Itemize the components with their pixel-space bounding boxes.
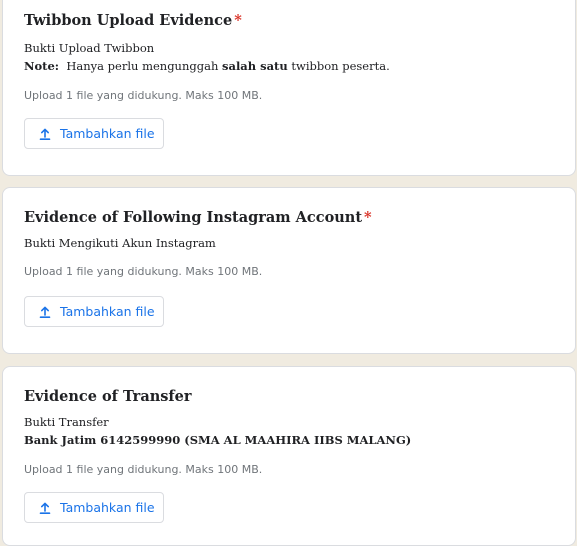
question-title-text: Twibbon Upload Evidence — [24, 12, 233, 29]
add-file-button[interactable]: Tambahkan file — [24, 118, 164, 149]
note-bold-text: salah satu — [222, 59, 288, 73]
required-asterisk: * — [234, 12, 242, 29]
bank-account-info: Bank Jatim 6142599990 (SMA AL MAAHIRA II… — [24, 433, 412, 447]
question-title-text: Evidence of Transfer — [24, 388, 192, 405]
add-file-button[interactable]: Tambahkan file — [24, 492, 164, 523]
add-file-button[interactable]: Tambahkan file — [24, 296, 164, 327]
upload-info: Upload 1 file yang didukung. Maks 100 MB… — [24, 463, 263, 476]
question-description: Bukti Transfer — [24, 415, 109, 429]
question-card-transfer: Evidence of Transfer Bukti Transfer Bank… — [2, 366, 576, 546]
upload-info: Upload 1 file yang didukung. Maks 100 MB… — [24, 89, 263, 102]
question-card-twibbon: Twibbon Upload Evidence * Bukti Upload Tw… — [2, 0, 576, 176]
note-text-end: twibbon peserta. — [291, 59, 390, 73]
question-title: Evidence of Transfer — [24, 388, 192, 405]
question-card-instagram: Evidence of Following Instagram Account *… — [2, 187, 576, 354]
upload-icon — [38, 127, 52, 141]
add-file-label: Tambahkan file — [60, 304, 155, 319]
note-text: Hanya perlu mengunggah — [66, 59, 219, 73]
upload-icon — [38, 501, 52, 515]
question-title: Twibbon Upload Evidence * — [24, 12, 242, 29]
required-asterisk: * — [364, 209, 372, 226]
upload-icon — [38, 305, 52, 319]
note-label: Note: — [24, 59, 60, 73]
question-description: Bukti Mengikuti Akun Instagram — [24, 236, 216, 250]
add-file-label: Tambahkan file — [60, 126, 155, 141]
upload-info: Upload 1 file yang didukung. Maks 100 MB… — [24, 265, 263, 278]
question-note: Note: Hanya perlu mengunggah salah satu … — [24, 59, 390, 73]
question-title: Evidence of Following Instagram Account * — [24, 209, 372, 226]
add-file-label: Tambahkan file — [60, 500, 155, 515]
question-description: Bukti Upload Twibbon — [24, 41, 155, 55]
question-title-text: Evidence of Following Instagram Account — [24, 209, 363, 226]
